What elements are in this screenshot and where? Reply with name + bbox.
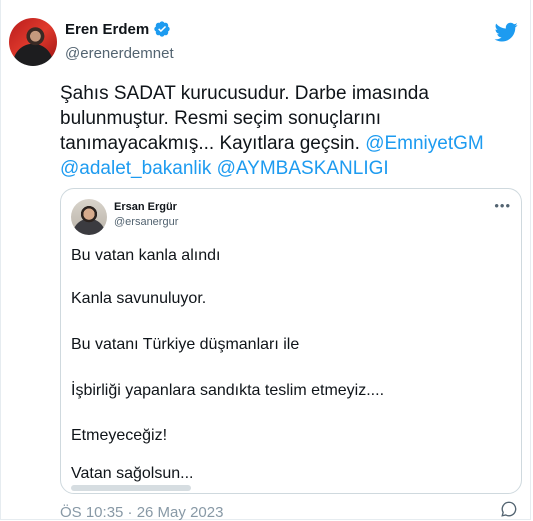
mention-emniyetgm[interactable]: @EmniyetGM	[365, 133, 484, 154]
author-name[interactable]: Eren Erdem	[65, 21, 149, 38]
mention-aymbaskanligi[interactable]: @AYMBASKANLIGI	[217, 158, 389, 179]
quoted-line-5: Etmeyeceğiz!	[71, 427, 168, 444]
twitter-bird-icon[interactable]	[494, 20, 518, 44]
more-options-icon[interactable]: •••	[494, 198, 511, 213]
quoted-author-name[interactable]: Ersan Ergür	[114, 201, 177, 213]
quoted-author-handle[interactable]: @ersanergur	[114, 216, 178, 228]
quoted-author-avatar[interactable]	[71, 199, 107, 235]
author-handle[interactable]: @erenerdemnet	[65, 45, 174, 62]
author-avatar[interactable]	[9, 18, 57, 66]
mention-adalet-bakanlik[interactable]: @adalet_bakanlik	[60, 158, 211, 179]
quoted-line-3: Bu vatanı Türkiye düşmanları ile	[71, 336, 300, 353]
quoted-line-1: Bu vatan kanla alındı	[71, 247, 221, 264]
quoted-line-2: Kanla savunuluyor.	[71, 290, 207, 307]
quoted-tweet[interactable]: Ersan Ergür @ersanergur ••• Bu vatan kan…	[60, 188, 522, 494]
verified-badge-icon	[154, 21, 170, 37]
tweet-card: Eren Erdem @erenerdemnet Şahıs SADAT kur…	[0, 0, 531, 521]
quoted-faded-text	[71, 485, 191, 491]
author-name-row: Eren Erdem	[65, 20, 171, 38]
quoted-line-6: Vatan sağolsun...	[71, 465, 194, 482]
tweet-text: Şahıs SADAT kurucusudur. Darbe imasında …	[60, 81, 520, 181]
tweet-timestamp[interactable]: ÖS 10:35 · 26 May 2023	[60, 504, 223, 521]
reply-icon[interactable]	[500, 500, 518, 518]
quoted-line-4: İşbirliği yapanlara sandıkta teslim etme…	[71, 382, 385, 399]
